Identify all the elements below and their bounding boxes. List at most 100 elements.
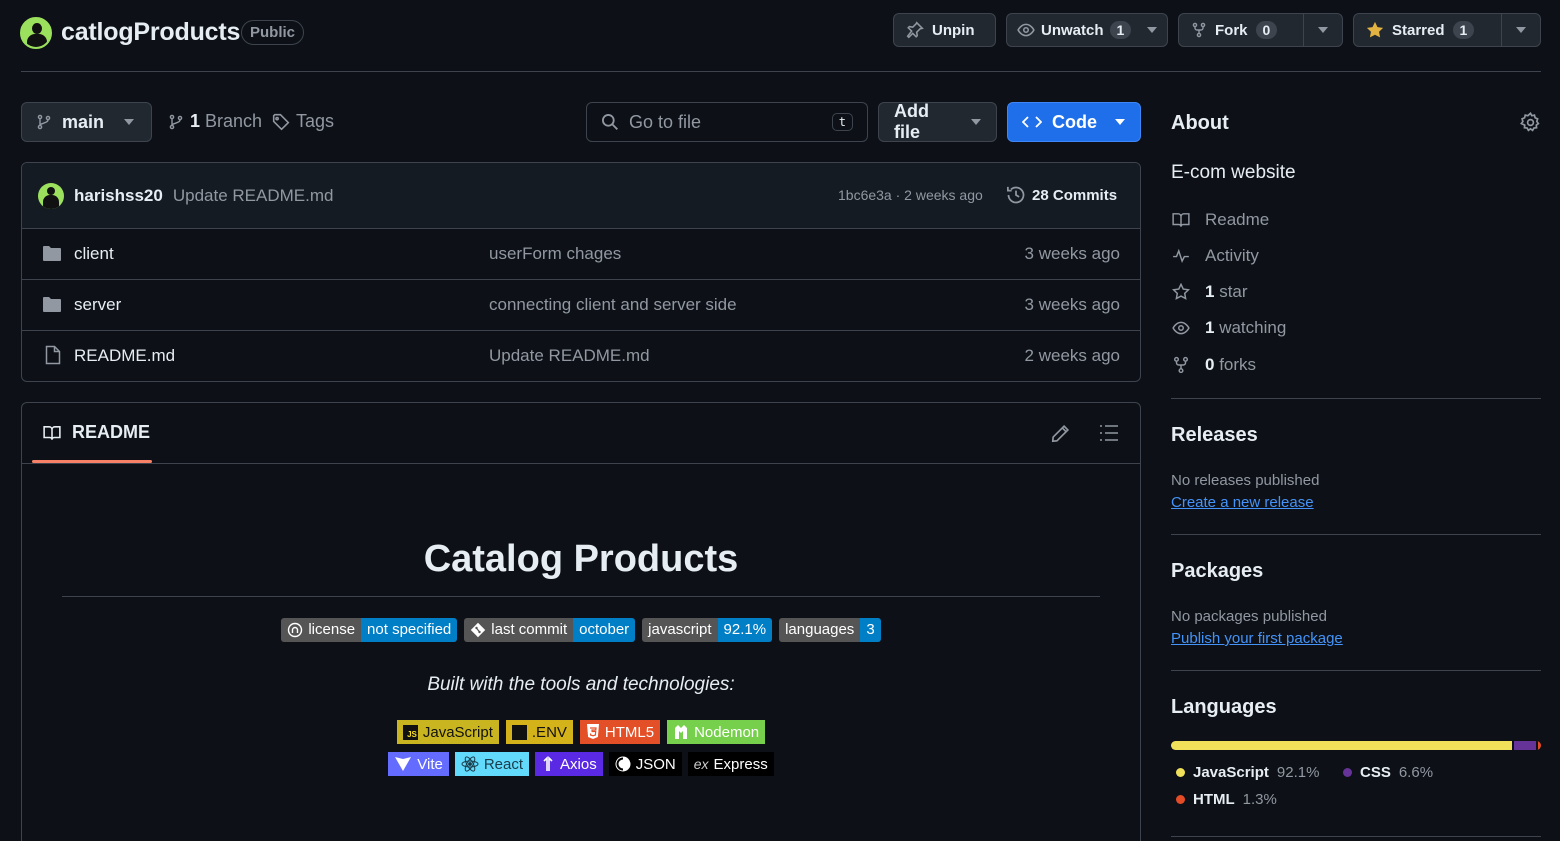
readme-link[interactable]: Readme [1171, 210, 1269, 230]
packages-heading[interactable]: Packages [1171, 560, 1263, 583]
chevron-down-icon [1115, 119, 1125, 125]
commit-author-avatar[interactable] [38, 182, 64, 209]
tech-badge-javascript[interactable]: JS JavaScript [396, 720, 499, 744]
tags-link[interactable]: Tags [272, 111, 334, 132]
language-color-dot [1176, 795, 1185, 804]
shield-label: license [308, 621, 356, 638]
branch-selector[interactable]: main [21, 102, 152, 142]
history-icon [1006, 185, 1026, 205]
js-logo-icon: JS [402, 724, 418, 740]
readme-header: README [22, 403, 1140, 464]
stars-link[interactable]: 1 star [1171, 282, 1248, 302]
language-html[interactable]: HTML 1.3% [1176, 791, 1277, 808]
commits-label: Commits [1052, 186, 1118, 204]
gear-icon[interactable] [1520, 112, 1541, 133]
repo-name[interactable]: catlogProducts [61, 18, 240, 47]
outline-list-icon[interactable] [1099, 424, 1119, 442]
fork-dropdown[interactable] [1303, 14, 1342, 46]
tech-badge-env[interactable]: .ENV [505, 720, 573, 744]
unpin-button[interactable]: Unpin [893, 13, 996, 47]
file-commit-message[interactable]: userForm chages [489, 244, 621, 264]
star-dropdown[interactable] [1501, 14, 1540, 46]
tech-badge-label: HTML5 [604, 723, 655, 741]
languages-shield[interactable]: languages 3 [779, 618, 881, 642]
activity-link[interactable]: Activity [1171, 246, 1259, 266]
sidebar-divider [1171, 670, 1541, 671]
built-with-text: Built with the tools and technologies: [427, 674, 735, 695]
file-browser: harishss20 Update README.md 1bc6e3a · 2 … [21, 162, 1141, 382]
branch-count: 1 [190, 111, 201, 131]
shield-value: 92.1% [717, 618, 773, 642]
commit-message[interactable]: Update README.md [173, 186, 334, 206]
license-icon [287, 622, 303, 638]
tech-badge-express[interactable]: ex Express [687, 752, 774, 776]
language-javascript[interactable]: JavaScript 92.1% [1176, 764, 1319, 781]
packages-empty-text: No packages published [1171, 608, 1327, 625]
commits-history-link[interactable]: 28 Commits [1006, 185, 1117, 205]
eye-icon [1017, 21, 1035, 39]
search-placeholder: Go to file [629, 111, 702, 132]
sidebar-divider [1171, 398, 1541, 399]
file-row[interactable]: server connecting client and server side… [22, 280, 1140, 331]
repo-owner-avatar[interactable] [20, 17, 52, 49]
chevron-down-icon[interactable] [1147, 27, 1157, 33]
fork-button[interactable]: Fork 0 [1178, 13, 1343, 47]
pulse-icon [1171, 247, 1191, 265]
file-name[interactable]: README.md [74, 346, 175, 366]
starred-label: Starred [1392, 21, 1445, 39]
shortcut-key: t [831, 113, 853, 131]
starred-button[interactable]: Starred 1 [1353, 13, 1541, 47]
javascript-shield[interactable]: javascript 92.1% [642, 618, 773, 642]
create-release-link[interactable]: Create a new release [1171, 494, 1314, 511]
tech-badge-label: Express [713, 755, 768, 773]
tech-badge-html5[interactable]: HTML5 [579, 720, 661, 744]
tech-badge-label: JSON [635, 755, 676, 773]
git-icon [470, 622, 486, 638]
sidebar-divider [1171, 836, 1541, 837]
readme-title: Catalog Products [423, 538, 739, 580]
shield-label: last commit [491, 621, 568, 638]
add-file-button[interactable]: Add file [878, 101, 997, 142]
file-row[interactable]: README.md Update README.md 2 weeks ago [22, 331, 1140, 381]
unpin-label: Unpin [932, 21, 975, 39]
file-commit-time: 3 weeks ago [1024, 244, 1120, 263]
visibility-badge: Public [241, 20, 305, 45]
readme-tab[interactable]: README [42, 422, 150, 443]
file-name[interactable]: server [74, 295, 121, 315]
commit-meta[interactable]: 1bc6e3a · 2 weeks ago [838, 187, 983, 203]
shield-label: languages [779, 618, 861, 642]
readme-tab-label: README [72, 422, 151, 442]
language-css[interactable]: CSS 6.6% [1343, 764, 1433, 781]
publish-package-link[interactable]: Publish your first package [1171, 630, 1343, 647]
star-icon [1171, 283, 1191, 301]
tech-badge-json[interactable]: JSON [608, 752, 682, 776]
releases-heading[interactable]: Releases [1171, 424, 1258, 447]
go-to-file-input[interactable]: Go to file t [586, 102, 868, 142]
watchers-link[interactable]: 1 watching [1171, 318, 1286, 338]
tech-badge-nodemon[interactable]: Nodemon [667, 720, 766, 744]
last-commit-shield[interactable]: last commit october [464, 618, 636, 642]
pencil-icon[interactable] [1051, 424, 1070, 443]
license-shield[interactable]: license not specified [281, 618, 458, 642]
file-commit-message[interactable]: Update README.md [489, 346, 650, 366]
file-row[interactable]: client userForm chages 3 weeks ago [22, 229, 1140, 280]
book-icon [1171, 211, 1191, 229]
tech-badge-vite[interactable]: Vite [388, 752, 449, 776]
json-logo-icon [615, 756, 631, 772]
eye-icon [1171, 319, 1191, 337]
tech-badge-axios[interactable]: Axios [535, 752, 603, 776]
file-commit-message[interactable]: connecting client and server side [489, 295, 737, 315]
language-bar [1171, 741, 1541, 750]
tech-badge-label: Vite [417, 755, 443, 773]
tech-badge-label: React [483, 755, 524, 773]
branch-icon [168, 113, 184, 131]
code-button[interactable]: Code [1007, 102, 1141, 142]
tech-badges-row-2: Vite React Axios JSON ex Express [22, 752, 1140, 776]
tech-badge-react[interactable]: React [454, 752, 530, 776]
unwatch-button[interactable]: Unwatch 1 [1006, 13, 1168, 47]
file-name[interactable]: client [74, 244, 114, 264]
forks-link[interactable]: 0 forks [1171, 355, 1256, 375]
branches-link[interactable]: 1 Branch [168, 111, 262, 132]
folder-icon [42, 245, 62, 262]
commit-author[interactable]: harishss20 [74, 186, 163, 206]
